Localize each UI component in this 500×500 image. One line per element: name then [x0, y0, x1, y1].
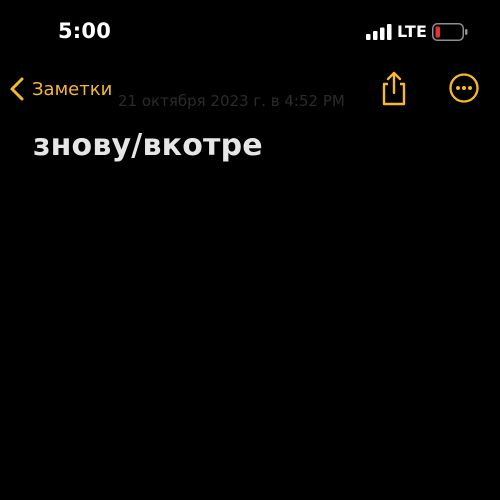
share-icon — [382, 71, 406, 106]
more-options-button[interactable] — [448, 72, 480, 104]
back-button[interactable]: Заметки — [8, 72, 112, 106]
chevron-left-icon — [10, 77, 24, 101]
note-date: 21 октября 2023 г. в 4:52 PM — [118, 92, 345, 110]
status-time: 5:00 — [58, 19, 112, 43]
note-title[interactable]: знову/вкотре — [33, 128, 473, 163]
status-bar: 5:00 LTE — [0, 0, 500, 64]
notes-screen: 5:00 LTE Заметки 21 октября 2023 г. в 4:… — [0, 0, 500, 500]
share-button[interactable] — [378, 70, 410, 108]
network-type-label: LTE — [397, 22, 428, 41]
cellular-signal-icon — [366, 24, 392, 40]
note-body[interactable]: знову/вкотре — [33, 128, 473, 163]
ellipsis-circle-icon — [449, 73, 479, 103]
battery-low-icon — [432, 23, 468, 41]
back-button-label: Заметки — [32, 78, 113, 100]
navigation-bar: Заметки 21 октября 2023 г. в 4:52 PM — [0, 64, 500, 114]
